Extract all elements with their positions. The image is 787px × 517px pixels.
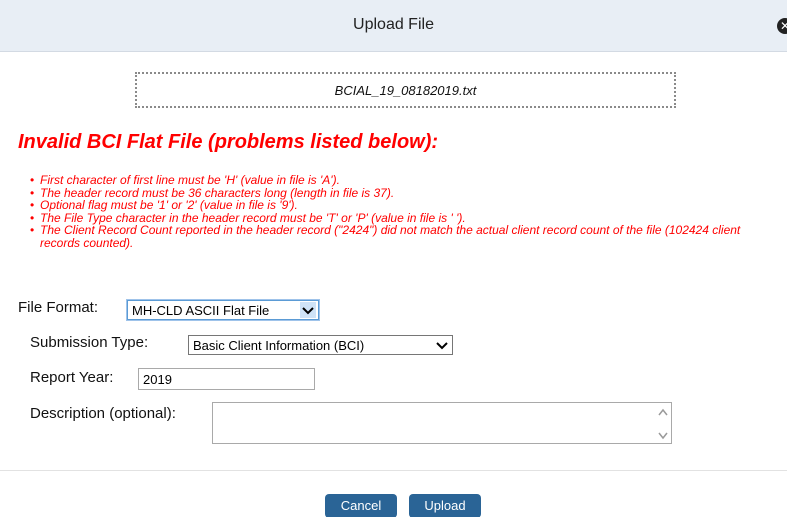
bullet-icon: • bbox=[30, 223, 35, 237]
file-format-label: File Format: bbox=[18, 299, 99, 316]
description-textarea[interactable] bbox=[212, 402, 672, 444]
upload-button[interactable]: Upload bbox=[409, 494, 481, 517]
error-list: • First character of first line must be '… bbox=[26, 174, 778, 249]
close-icon[interactable]: ✕ bbox=[777, 18, 787, 34]
description-label: Description (optional): bbox=[30, 405, 176, 422]
dialog-titlebar: Upload File ✕ bbox=[0, 0, 787, 52]
submission-type-label: Submission Type: bbox=[30, 334, 149, 351]
selected-filename: BCIAL_19_08182019.txt bbox=[334, 83, 477, 98]
report-year-label: Report Year: bbox=[30, 369, 114, 386]
footer-divider bbox=[0, 470, 787, 471]
bullet-icon: • bbox=[30, 198, 35, 212]
submission-type-value: Basic Client Information (BCI) bbox=[193, 338, 365, 353]
report-year-input[interactable]: 2019 bbox=[138, 368, 315, 390]
upload-file-dialog: Upload File ✕ BCIAL_19_08182019.txt Inva… bbox=[0, 0, 787, 517]
error-heading: Invalid BCI Flat File (problems listed b… bbox=[18, 131, 439, 153]
dialog-title: Upload File bbox=[353, 16, 434, 33]
file-format-select[interactable]: MH-CLD ASCII Flat File bbox=[127, 300, 319, 320]
chevron-down-icon bbox=[300, 302, 316, 318]
submission-type-select[interactable]: Basic Client Information (BCI) bbox=[188, 335, 453, 355]
scroll-arrows-icon[interactable] bbox=[657, 406, 669, 442]
bullet-icon: • bbox=[30, 173, 35, 187]
error-item: • The Client Record Count reported in the… bbox=[30, 223, 741, 250]
file-drop-zone[interactable]: BCIAL_19_08182019.txt bbox=[135, 72, 676, 108]
chevron-down-icon bbox=[436, 342, 448, 350]
cancel-button[interactable]: Cancel bbox=[325, 494, 397, 517]
file-format-value: MH-CLD ASCII Flat File bbox=[132, 303, 270, 318]
